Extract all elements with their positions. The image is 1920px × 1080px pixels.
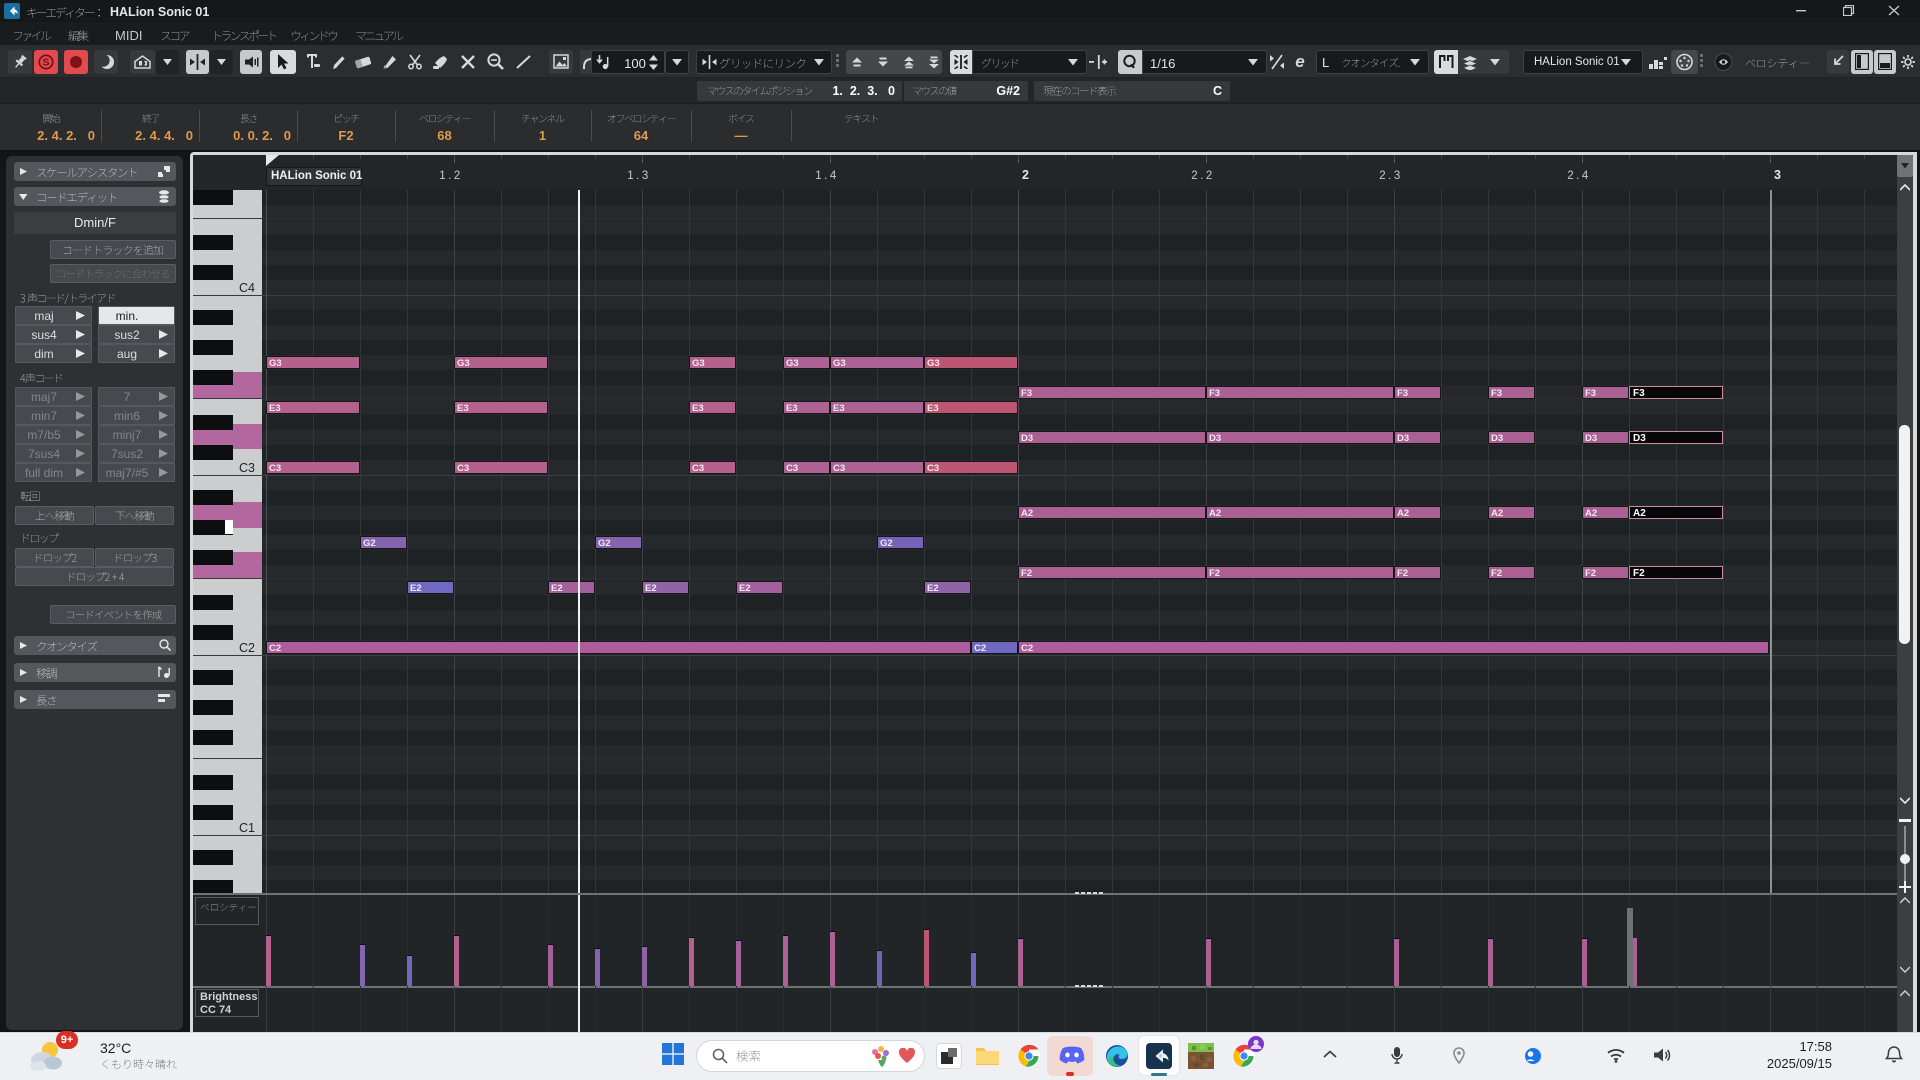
- svg-text:S: S: [42, 57, 49, 69]
